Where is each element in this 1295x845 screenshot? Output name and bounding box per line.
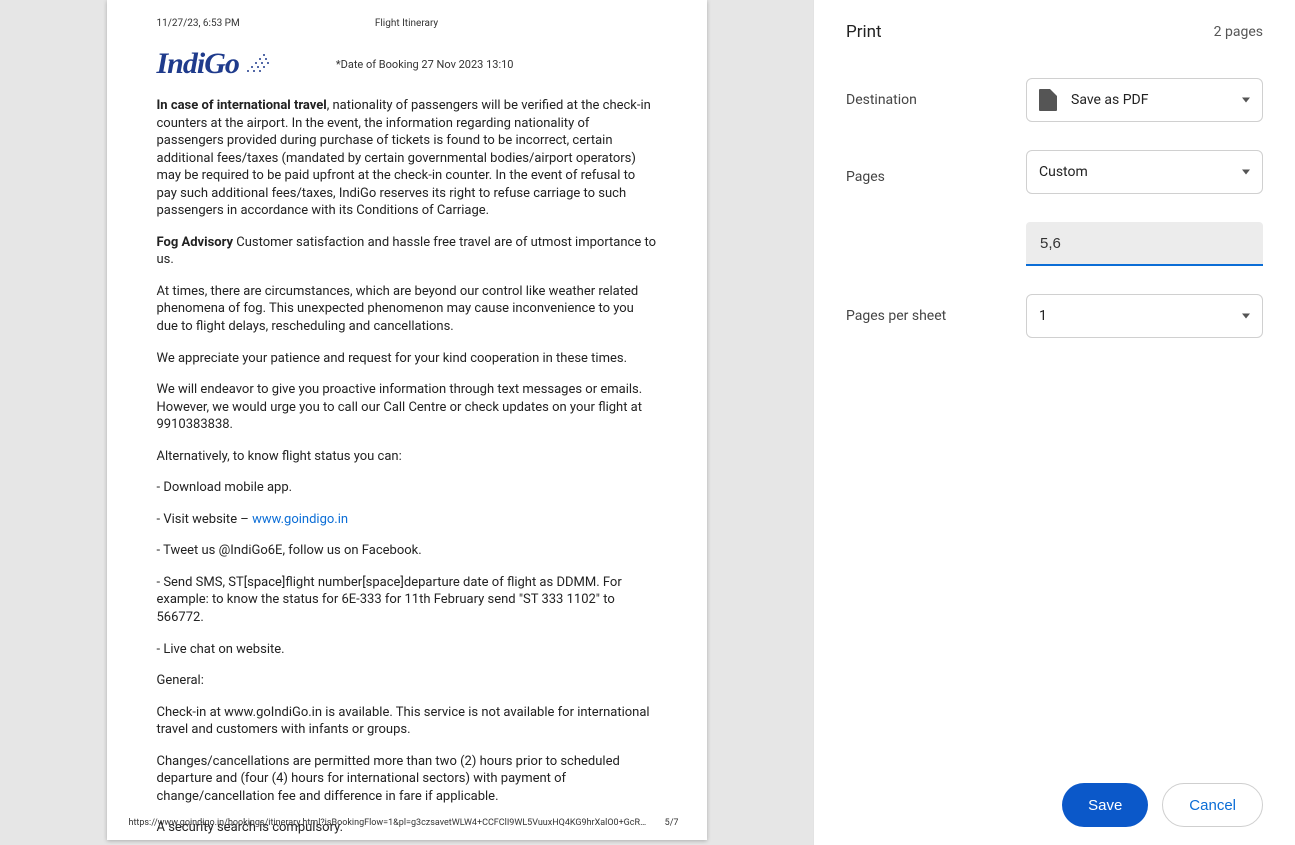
- page-footer: https://www.goindigo.in/bookings/itinera…: [129, 818, 679, 828]
- pages-count: 2 pages: [1214, 24, 1263, 40]
- destination-select[interactable]: Save as PDF: [1026, 78, 1263, 122]
- para-fog-advisory: Fog Advisory Customer satisfaction and h…: [157, 234, 657, 269]
- pages-per-sheet-label: Pages per sheet: [846, 308, 1026, 324]
- panel-footer: Save Cancel: [846, 783, 1263, 827]
- print-settings-panel: Print 2 pages Destination Save as PDF Pa…: [813, 0, 1295, 845]
- panel-title: Print: [846, 22, 882, 42]
- pages-mode-select[interactable]: Custom: [1026, 150, 1263, 194]
- footer-page-number: 5/7: [665, 818, 679, 828]
- pages-per-sheet-select[interactable]: 1: [1026, 294, 1263, 338]
- destination-value: Save as PDF: [1071, 92, 1149, 108]
- para-checkin: Check-in at www.goIndiGo.in is available…: [157, 704, 657, 739]
- para-patience: We appreciate your patience and request …: [157, 350, 657, 368]
- chevron-down-icon: [1242, 170, 1250, 175]
- pdf-file-icon: [1039, 89, 1057, 111]
- destination-label: Destination: [846, 92, 1026, 108]
- para-changes: Changes/cancellations are permitted more…: [157, 753, 657, 806]
- para-visit-website: - Visit website – www.goindigo.in: [157, 511, 657, 529]
- preview-scroll[interactable]: 11/27/23, 6:53 PM Flight Itinerary IndiG…: [0, 0, 813, 845]
- header-title: Flight Itinerary: [107, 18, 707, 29]
- footer-url: https://www.goindigo.in/bookings/itinera…: [129, 818, 649, 828]
- pages-per-sheet-row: Pages per sheet 1: [846, 294, 1263, 338]
- para-sms: - Send SMS, ST[space]flight number[space…: [157, 574, 657, 627]
- logo-row: IndiGo *Date of Booking 27 Nov 2023 13:1…: [157, 47, 657, 81]
- para-livechat: - Live chat on website.: [157, 641, 657, 659]
- website-link: www.goindigo.in: [252, 512, 348, 527]
- para-proactive: We will endeavor to give you proactive i…: [157, 381, 657, 434]
- destination-row: Destination Save as PDF: [846, 78, 1263, 122]
- panel-header: Print 2 pages: [846, 22, 1263, 42]
- print-preview-area: 11/27/23, 6:53 PM Flight Itinerary IndiG…: [0, 0, 813, 845]
- para-download-app: - Download mobile app.: [157, 479, 657, 497]
- plane-dots-icon: [245, 52, 273, 76]
- para-circumstances: At times, there are circumstances, which…: [157, 283, 657, 336]
- para-intl-travel: In case of international travel, nationa…: [157, 97, 657, 220]
- para-alternatively: Alternatively, to know flight status you…: [157, 448, 657, 466]
- pages-input-row: [846, 222, 1263, 266]
- chevron-down-icon: [1242, 314, 1250, 319]
- pages-row: Pages Custom: [846, 150, 1263, 204]
- save-button[interactable]: Save: [1062, 783, 1148, 827]
- cancel-button[interactable]: Cancel: [1162, 783, 1263, 827]
- pages-range-input[interactable]: [1026, 222, 1263, 266]
- pages-label: Pages: [846, 169, 1026, 185]
- preview-page: 11/27/23, 6:53 PM Flight Itinerary IndiG…: [107, 0, 707, 840]
- chevron-down-icon: [1242, 98, 1250, 103]
- pages-per-sheet-value: 1: [1039, 308, 1047, 324]
- pages-mode-value: Custom: [1039, 164, 1088, 180]
- para-general: General:: [157, 672, 657, 690]
- para-tweet: - Tweet us @IndiGo6E, follow us on Faceb…: [157, 542, 657, 560]
- page-header: 11/27/23, 6:53 PM Flight Itinerary: [157, 18, 657, 29]
